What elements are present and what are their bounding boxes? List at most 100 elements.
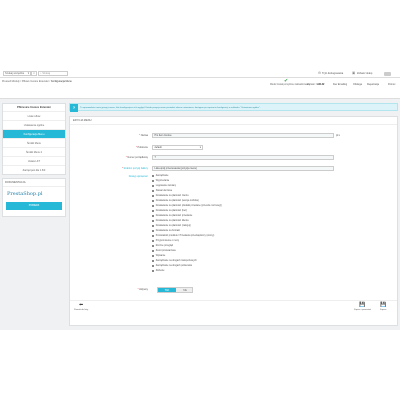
header-link-dev-emailing[interactable]: Dev Emailing <box>333 83 347 86</box>
checkbox[interactable] <box>152 214 155 217</box>
sidebar-item-menu-items-2[interactable]: Środki Menu 2 <box>3 147 65 156</box>
top-bar: Szukaj wszędzie ▾ × ⌕ Szukaj ⚙ Tryb debu… <box>0 68 400 78</box>
checkbox[interactable] <box>152 194 155 197</box>
checkbox[interactable] <box>152 174 155 177</box>
chevron-down-icon: ▾ <box>199 146 201 149</box>
position-select[interactable]: default ▾ <box>152 145 203 150</box>
checkbox[interactable] <box>152 204 155 207</box>
save-and-stay-label: Zapisz i pozostań <box>354 308 372 311</box>
checkbox[interactable] <box>152 229 155 232</box>
version-label: Version: <box>307 83 316 86</box>
sidebar-item-board[interactable]: Zarząd jest dla 1.6/0 <box>3 165 65 174</box>
checkbox-row[interactable]: Wyprzedanie <box>152 179 170 184</box>
checkbox-row[interactable]: Dostawianie na płatności przesłanie <box>152 214 193 219</box>
shop-icon[interactable]: ▣ <box>352 71 355 75</box>
checkbox-row[interactable]: Zwrot przetwarzane <box>152 249 176 254</box>
sidebar-item-general-settings[interactable]: Ustawienia ogólne <box>3 120 65 129</box>
checkbox-label: Wyprzedanie <box>155 179 170 182</box>
checkbox-row[interactable]: Zarządzanie <box>152 174 168 179</box>
checkbox[interactable] <box>152 234 155 237</box>
template-label[interactable]: * Szablon pozycji faktury <box>122 167 148 170</box>
checkbox-row[interactable]: Roczne przegląd <box>152 244 173 249</box>
breadcrumb: Pressell Moduły / Pillows Invoice Extend… <box>2 80 72 83</box>
checkbox-row[interactable]: Zarządzanie na drogach transportowych <box>152 259 197 264</box>
checkbox[interactable] <box>152 264 155 267</box>
back-to-list-button[interactable]: ⬅ Powrót do listy <box>74 302 88 310</box>
template-field[interactable]: Lista opcji przeniesienia (pozycja menu) <box>152 165 334 171</box>
checkbox[interactable] <box>152 184 155 187</box>
header-link-support[interactable]: Obsługa <box>353 83 362 86</box>
clear-search-button[interactable]: × <box>31 71 37 76</box>
search-scope-label: Szukaj wszędzie <box>5 72 25 75</box>
checkbox-row[interactable]: Logowanie zamiany <box>152 184 176 189</box>
checkbox-row[interactable]: Złożenie <box>152 269 164 274</box>
header-link-help[interactable]: Pomoc <box>388 83 395 86</box>
checkbox-label: Pozostałość produktu / Przesłania przeds… <box>155 234 215 237</box>
version-info: Version: 1.90.42 <box>307 83 324 86</box>
checkbox-row[interactable]: Dostawianie na płatności (dodatki przesł… <box>152 204 222 209</box>
checkbox-row[interactable]: Dostawianie na płatności (bez) <box>152 209 187 214</box>
checkbox[interactable] <box>152 254 155 257</box>
checkbox-row[interactable]: Wpisanie <box>152 254 166 259</box>
checkbox-row[interactable]: Dostawianie na płatności klienta <box>152 219 189 224</box>
language-selector[interactable]: pl ▾ <box>336 134 340 137</box>
checkbox-label: Zwrot przetwarzane <box>155 249 176 252</box>
active-label-text: Aktywny <box>139 288 148 291</box>
checkbox-label: Zarządzanie na drogach pobierania <box>155 264 192 267</box>
template-field-value: Lista opcji przeniesienia (pozycja menu) <box>154 166 197 170</box>
avatar[interactable] <box>384 71 391 76</box>
checkbox[interactable] <box>152 209 155 212</box>
sidebar-item-menu-config[interactable]: Konfiguracja Menu <box>3 129 65 138</box>
checkbox-row[interactable]: Dostawianie na płatności (zaloguj) <box>152 224 191 229</box>
sidebar-item-set-lkt[interactable]: Ustaw LKT <box>3 156 65 165</box>
download-button[interactable]: POBIERZ <box>6 202 62 210</box>
search-scope-select[interactable]: Szukaj wszędzie ▾ <box>3 71 31 76</box>
checkbox[interactable] <box>152 219 155 222</box>
checkbox[interactable] <box>152 179 155 182</box>
checkbox[interactable] <box>152 224 155 227</box>
save-button[interactable]: 💾 Zapisz <box>380 302 386 310</box>
debug-mode-link[interactable]: Tryb debugowania <box>322 72 343 75</box>
search-input[interactable]: ⌕ Szukaj <box>38 71 68 76</box>
checkbox-row[interactable]: Dostawianie na płatności zwrotu <box>152 194 189 199</box>
checkbox[interactable] <box>152 269 155 272</box>
name-field[interactable]: Pro ltem Invoice <box>152 132 334 138</box>
checkbox[interactable] <box>152 239 155 242</box>
prestashop-logo: PrestaShop.pl <box>7 191 43 197</box>
form-footer-divider <box>70 300 397 301</box>
header-link-register[interactable]: Rejestracja <box>367 83 379 86</box>
toggle-off[interactable]: NIE <box>176 288 194 292</box>
breadcrumb-root[interactable]: Pressell Moduły <box>2 80 20 83</box>
save-and-stay-button[interactable]: 💾 Zapisz i pozostań <box>354 302 372 311</box>
active-label: * Aktywny <box>138 288 148 291</box>
checkbox[interactable] <box>152 259 155 262</box>
checkbox-label: Wpisanie <box>155 254 166 257</box>
active-toggle[interactable]: TAK NIE <box>157 287 193 293</box>
version-value: 1.90.42 <box>316 83 325 86</box>
sidebar-item-menu-items[interactable]: Środki Menu <box>3 138 65 147</box>
checkbox-row[interactable]: Pozostałość produktu / Przesłania przeds… <box>152 234 215 239</box>
debug-icon[interactable]: ⚙ <box>318 71 321 75</box>
order-number-label-text: Numer porządkowy <box>127 156 148 159</box>
breadcrumb-mid[interactable]: Pillows Invoice Extender <box>22 80 49 83</box>
checkbox-row[interactable]: Dostawianie na Kontakt <box>152 229 180 234</box>
checkbox[interactable] <box>152 244 155 247</box>
view-shop-link[interactable]: Zobacz sklep <box>357 72 372 75</box>
checkbox-row[interactable]: Zarządzanie na drogach pobierania <box>152 264 192 269</box>
checkbox-row[interactable]: Przypomnienie o mocy <box>152 239 179 244</box>
permissions-label[interactable]: Dostęp uprawnień <box>129 175 148 178</box>
checkbox[interactable] <box>152 189 155 192</box>
checkbox-label: Dostawianie na płatności klienta <box>155 219 189 222</box>
checkbox[interactable] <box>152 249 155 252</box>
checkbox-label: Dostawianie na płatności (wersja mobilna… <box>155 199 199 202</box>
info-alert-text: Tu wprowadzisz mniej pozycji menu, lub s… <box>80 106 261 109</box>
checkbox-label: Zarządzanie na drogach transportowych <box>155 259 197 262</box>
toggle-on[interactable]: TAK <box>158 288 176 292</box>
checkbox-label: Dostawianie na płatności przesłanie <box>155 214 193 217</box>
checkbox[interactable] <box>152 199 155 202</box>
order-number-field[interactable]: 7 <box>152 155 334 160</box>
checkbox-row[interactable]: Dostawianie na płatności (wersja mobilna… <box>152 199 199 204</box>
checkbox-label: Dostawianie na Kontakt <box>155 229 180 232</box>
checkbox-row[interactable]: Słowa kluczowe <box>152 189 172 194</box>
sidebar-item-list[interactable]: Lista reflow <box>3 111 65 120</box>
